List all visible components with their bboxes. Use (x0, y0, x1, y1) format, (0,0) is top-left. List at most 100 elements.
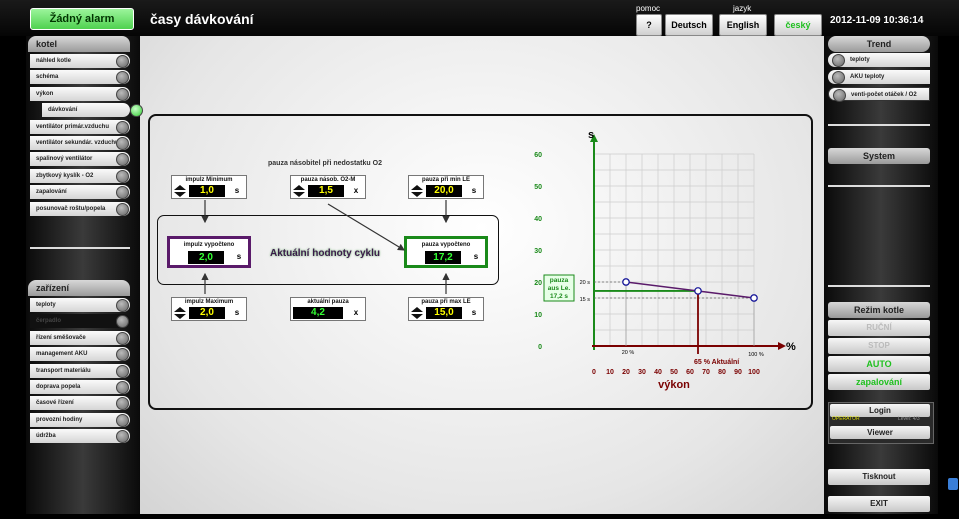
right-divider-3 (828, 285, 930, 287)
status-knob-icon (116, 299, 129, 312)
sidebar-zarizeni-item-label: řízení směšovače (36, 334, 86, 341)
x-tick-label: 60 (686, 369, 694, 376)
operator-label: OPERATOR (832, 416, 860, 422)
kotel-section-title: kotel (28, 36, 130, 52)
y-tick-label: 50 (534, 184, 542, 191)
y-tick-label: 30 (534, 248, 542, 255)
status-knob-icon (116, 413, 129, 427)
sidebar-zarizeni-item[interactable]: teploty (30, 298, 130, 312)
tray-icon (948, 478, 958, 490)
y-tick-label: 40 (534, 216, 542, 223)
status-knob-icon (116, 430, 129, 444)
lang-en-button[interactable]: English (719, 14, 767, 36)
sidebar-zarizeni-item-label: časové řízení (36, 400, 74, 407)
sidebar-kotel-item[interactable]: schéma (30, 70, 130, 85)
sidebar-kotel-item[interactable]: posunovač roštu/popela (30, 201, 130, 216)
mode-stop-button[interactable]: STOP (828, 338, 930, 354)
status-knob-icon (116, 331, 129, 345)
sidebar-kotel-item-label: zapalování (36, 189, 67, 196)
print-button[interactable]: Tisknout (828, 469, 930, 485)
trend-item[interactable]: AKU teploty (828, 70, 930, 84)
mode-auto-button[interactable]: AUTO (828, 356, 930, 372)
sidebar-kotel-item-label: posunovač roštu/popela (36, 205, 106, 212)
mode-ignition-button[interactable]: zapalování (828, 374, 930, 390)
label-100pct: 100 % (748, 352, 764, 358)
zarizeni-section-title: zařízení (28, 280, 130, 296)
trend-item[interactable]: teploty (828, 53, 930, 67)
sidebar-kotel-item[interactable]: zbytkový kyslík - O2 (30, 168, 130, 183)
exit-button[interactable]: EXIT (828, 496, 930, 512)
status-knob-icon (116, 315, 129, 329)
sidebar-kotel-item[interactable]: výkon (30, 86, 130, 101)
x-unit-label: % (786, 341, 796, 353)
datetime: 2012-11-09 10:36:14 (830, 15, 924, 26)
sidebar-kotel-item-label: ventilátor sekundár. vzduchu (36, 140, 119, 146)
alarm-status-button[interactable]: Žádný alarm (30, 8, 134, 30)
sidebar-zarizeni-item[interactable]: čerpadlo (30, 314, 130, 329)
sidebar-kotel-item[interactable]: ventilátor primár.vzduchu (30, 119, 130, 134)
arrow-pauza-o2 (327, 203, 406, 251)
sidebar-kotel-item[interactable]: náhled kotle (30, 54, 130, 68)
label-20s: 20 s (580, 280, 591, 286)
sidebar-kotel-item[interactable]: ventilátor sekundár. vzduchu (30, 136, 130, 150)
sidebar-zarizeni-item-label: transport materiálu (36, 367, 91, 374)
trend-item-label: teploty (850, 57, 870, 63)
x-axis-label: výkon (658, 379, 690, 391)
sidebar-zarizeni-item[interactable]: časové řízení (30, 396, 130, 411)
sidebar-zarizeni-item[interactable]: management AKU (30, 347, 130, 362)
help-button[interactable]: ? (636, 14, 662, 36)
x-tick-label: 30 (638, 369, 646, 376)
y-tick-label: 20 (534, 280, 542, 287)
x-tick-label: 80 (718, 369, 726, 376)
x-tick-label: 40 (654, 369, 662, 376)
sidebar-kotel-item-label: ventilátor primár.vzduchu (36, 123, 110, 130)
status-knob-icon (116, 202, 129, 216)
right-divider (828, 124, 930, 126)
pause-box-line: pauza (550, 277, 569, 284)
status-knob-icon (116, 397, 129, 411)
sidebar-kotel-item[interactable]: spalinový ventilátor (30, 152, 130, 167)
viewer-button[interactable]: Viewer (830, 426, 930, 439)
lang-cs-button[interactable]: český (774, 14, 822, 36)
sidebar-zarizeni-item[interactable]: údržba (30, 429, 130, 444)
data-point (750, 294, 758, 302)
sidebar-zarizeni-item-label: provozní hodiny (36, 416, 83, 423)
lang-de-button[interactable]: Deutsch (665, 14, 713, 36)
pause-chart: s%60504030201000 10 20 30 40 50 60 70 80 90 100výk… (534, 129, 796, 391)
status-knob-icon (116, 381, 129, 394)
x-tick-label: 10 (606, 369, 614, 376)
label-20pct: 20 % (622, 350, 635, 356)
x-tick-label: 70 (702, 369, 710, 376)
sidebar-kotel-item[interactable]: dávkování (42, 103, 143, 118)
mode-manual-button[interactable]: RUČNÍ (828, 320, 930, 336)
x-tick-label: 50 (670, 369, 678, 376)
x-tick-label: 100 (748, 369, 760, 376)
sidebar-kotel-item-label: náhled kotle (36, 58, 72, 64)
sidebar-kotel-item-label: dávkování (48, 107, 78, 114)
data-point (622, 278, 630, 286)
sidebar-kotel-item-label: schéma (36, 74, 59, 81)
sidebar-kotel-item-label: spalinový ventilátor (36, 156, 93, 163)
sidebar-zarizeni-item[interactable]: transport materiálu (30, 363, 130, 378)
pause-box-line: aus Le. (548, 285, 571, 292)
sidebar-zarizeni-item[interactable]: doprava popela (30, 380, 130, 394)
x-tick-label: 20 (622, 369, 630, 376)
status-knob-icon (833, 89, 846, 102)
trend-item[interactable]: venti-počet otáček / O2 (828, 87, 930, 102)
mode-title: Režim kotle (828, 302, 930, 318)
status-knob-icon (116, 186, 129, 200)
system-button[interactable]: System (828, 148, 930, 164)
sidebar-zarizeni-item-label: teploty (36, 302, 56, 308)
sidebar-zarizeni-item[interactable]: provozní hodiny (30, 412, 130, 427)
sidebar-zarizeni-item[interactable]: řízení směšovače (30, 330, 130, 345)
status-knob-icon (116, 87, 129, 101)
x-tick-label: 90 (734, 369, 742, 376)
sidebar-divider (30, 247, 130, 249)
right-divider-2 (828, 185, 930, 187)
help-label: pomoc (636, 4, 661, 13)
label-current-power: 65 % Aktuální (694, 359, 740, 366)
status-knob-icon (116, 120, 129, 134)
trend-item-label: AKU teploty (850, 74, 885, 80)
sidebar-kotel-item[interactable]: zapalování (30, 185, 130, 200)
x-axis-arrow-icon (778, 342, 786, 350)
